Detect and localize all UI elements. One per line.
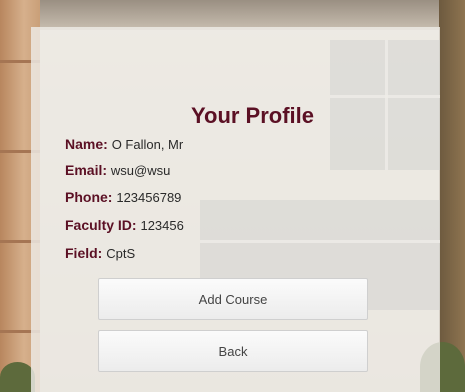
- profile-field-email: Email: wsu@wsu: [65, 162, 170, 178]
- field-label: Name:: [65, 136, 108, 152]
- profile-field-field: Field: CptS: [65, 245, 135, 261]
- profile-field-name: Name: O Fallon, Mr: [65, 136, 183, 152]
- profile-card: Your Profile Name: O Fallon, Mr Email: w…: [31, 27, 440, 392]
- field-label: Phone:: [65, 189, 113, 205]
- back-button[interactable]: Back: [98, 330, 368, 372]
- field-value: wsu@wsu: [110, 163, 171, 178]
- profile-field-phone: Phone: 123456789: [65, 189, 181, 205]
- building-roof: [40, 0, 440, 30]
- field-label: Field:: [65, 245, 103, 261]
- field-value: O Fallon, Mr: [111, 137, 184, 152]
- shrub: [0, 362, 35, 392]
- field-value: 123456789: [116, 190, 182, 205]
- field-value: CptS: [106, 246, 136, 261]
- field-value: 123456: [140, 218, 184, 233]
- add-course-button[interactable]: Add Course: [98, 278, 368, 320]
- profile-field-faculty-id: Faculty ID: 123456: [65, 217, 184, 233]
- page-title: Your Profile: [190, 103, 315, 128]
- field-label: Email:: [65, 162, 108, 178]
- building-right-edge: [439, 0, 465, 392]
- field-label: Faculty ID:: [65, 217, 137, 233]
